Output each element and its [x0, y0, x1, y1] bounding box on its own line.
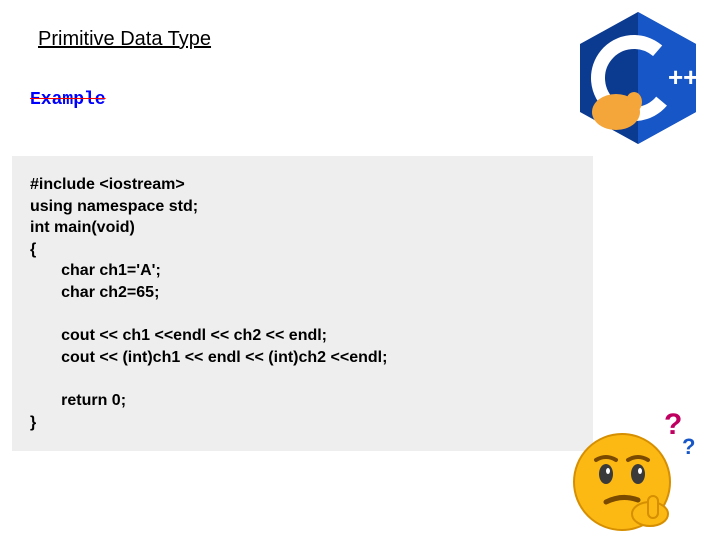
page-title: Primitive Data Type: [38, 28, 211, 51]
cpp-logo-icon: ++: [568, 8, 708, 148]
svg-text:?: ?: [664, 408, 682, 441]
svg-text:?: ?: [682, 434, 695, 459]
cpp-plus-text: ++: [668, 62, 698, 92]
code-example-block: #include <iostream> using namespace std;…: [12, 156, 593, 451]
thinking-emoji-icon: ? ?: [552, 404, 702, 534]
example-label: Example: [30, 90, 106, 110]
